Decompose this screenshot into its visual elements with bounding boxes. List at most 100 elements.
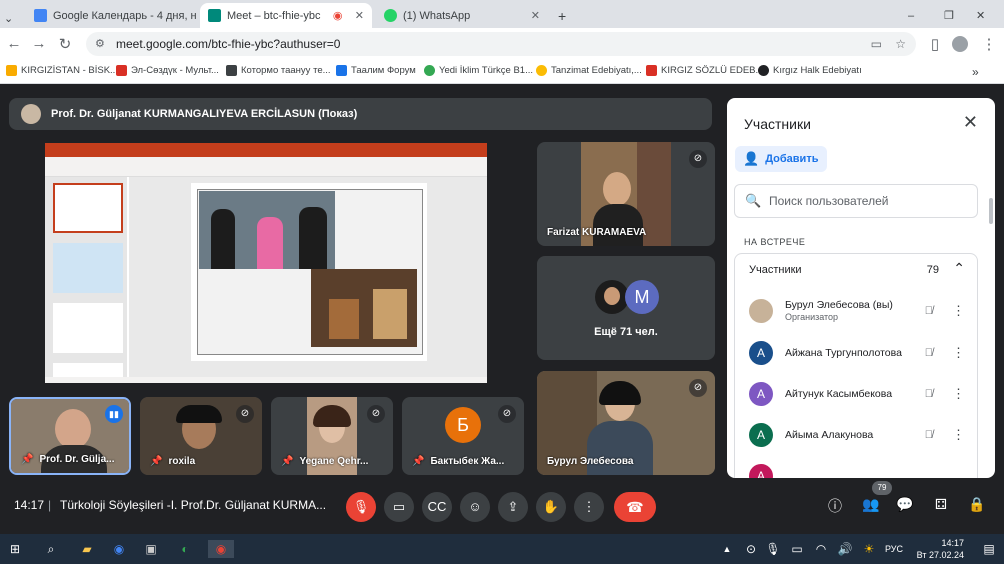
close-icon[interactable]: ✕ [349, 9, 364, 22]
reload-icon[interactable]: ↻ [56, 35, 74, 53]
participant-tile-yegane[interactable]: ⊘ 📌 Yegane Qehr... [271, 397, 393, 475]
more-options-icon[interactable]: ⋮ [952, 345, 965, 361]
slide-thumbnails [45, 177, 127, 377]
more-options-icon[interactable]: ⋮ [952, 427, 965, 443]
mic-off-icon[interactable]: 🎙̸ [925, 347, 933, 359]
leave-call-button[interactable]: ☎ [614, 492, 656, 522]
volume-icon[interactable]: 🔊 [836, 540, 854, 558]
participant-tile-burul[interactable]: ⊘ Бурул Элебесова [537, 371, 715, 475]
bookmark-item[interactable]: KIRGIZİSTAN - BİSK... [6, 65, 118, 76]
tab-calendar[interactable]: Google Календарь - 4 дня, на... ✕ [26, 3, 196, 28]
captions-button[interactable]: CC [422, 492, 452, 522]
mic-off-icon[interactable]: 🎙̸ [925, 388, 933, 400]
avatar: М [625, 280, 659, 314]
participant-tile-roxila[interactable]: ⊘ 📌 roxila [140, 397, 262, 475]
participant-row[interactable]: А Айыма Алакунова 🎙̸ ⋮ [749, 418, 977, 452]
participant-tile-baktybek[interactable]: Б ⊘ 📌 Бактыбек Жа... [402, 397, 524, 475]
sidepanel-icon[interactable]: ▯ [926, 35, 944, 53]
mic-off-button[interactable]: 🎙 [346, 492, 376, 522]
browser-tab-bar: ⌄ Google Календарь - 4 дня, на... ✕ Meet… [0, 0, 1004, 28]
bookmark-item[interactable]: Эл-Сөздүк - Мульт... [116, 65, 219, 76]
people-icon[interactable]: 👥 [860, 496, 882, 513]
weather-icon[interactable]: ☀ [860, 540, 878, 558]
avatar: А [749, 464, 773, 478]
info-icon[interactable]: ⓘ [824, 496, 846, 516]
close-icon[interactable]: ✕ [525, 9, 540, 22]
minimize-icon[interactable]: – [908, 3, 928, 28]
activities-icon[interactable]: ⚃ [930, 496, 952, 513]
participant-tile-self[interactable]: ▮▮ 📌 Prof. Dr. Gülja... [9, 397, 131, 475]
forward-icon[interactable]: → [30, 35, 48, 52]
meet-main: Prof. Dr. Güljanat KURMANGALIYEVA ERCİLA… [0, 85, 1004, 530]
slide-thumb[interactable] [53, 303, 123, 353]
url-input[interactable]: ⚙ meet.google.com/btc-fhie-ybc?authuser=… [86, 32, 916, 56]
more-options-button[interactable]: ⋮ [574, 492, 604, 522]
close-icon[interactable]: ✕ [963, 112, 978, 133]
tray-app-icon[interactable]: ⊙ [742, 540, 760, 558]
more-options-icon[interactable]: ⋮ [952, 303, 965, 319]
bookmark-item[interactable]: Таалим Форум [336, 65, 416, 76]
mic-off-icon[interactable]: 🎙̸ [925, 429, 933, 441]
avatar: А [749, 341, 773, 365]
more-participants-tile[interactable]: М Ещё 71 чел. [537, 256, 715, 360]
participant-row[interactable]: А Айтунук Касымбекова 🎙̸ ⋮ [749, 377, 977, 411]
slide-thumb[interactable] [53, 243, 123, 293]
menu-kebab-icon[interactable]: ⋮ [980, 35, 998, 53]
edge-icon[interactable]: ◐ [176, 540, 194, 558]
mic-off-icon[interactable]: 🎙̸ [925, 305, 933, 317]
chat-icon[interactable]: 💬 [894, 496, 916, 513]
mic-off-icon: ⊘ [236, 405, 254, 423]
participant-row[interactable]: А Айжана Тургунполотова 🎙̸ ⋮ [749, 336, 977, 370]
window-close-icon[interactable]: ✕ [976, 3, 996, 28]
store-icon[interactable]: ▣ [142, 540, 160, 558]
participant-row[interactable]: Бурул Элебесова (вы) Организатор 🎙̸ ⋮ [749, 294, 977, 328]
chevron-up-icon[interactable]: ⌃ [953, 260, 965, 277]
file-explorer-icon[interactable]: ▰ [78, 540, 96, 558]
participant-tile-farizat[interactable]: ⊘ Farizat KURAMAEVA [537, 142, 715, 246]
site-info-icon[interactable]: ⚙ [95, 32, 105, 56]
add-people-button[interactable]: 👤 Добавить [735, 146, 827, 172]
emoji-button[interactable]: ☺ [460, 492, 490, 522]
windows-start-icon[interactable]: ⊞ [6, 540, 24, 558]
tray-chevron-icon[interactable]: ▲ [718, 540, 736, 558]
more-bookmarks-icon[interactable]: » [972, 65, 979, 79]
bookmark-item[interactable]: Котормо таануу те... [226, 65, 331, 76]
avatar: А [749, 382, 773, 406]
restore-icon[interactable]: ❐ [944, 3, 964, 28]
notification-icon[interactable]: ▤ [980, 540, 998, 558]
slide-thumb[interactable] [53, 183, 123, 233]
presenter-avatar [21, 104, 41, 124]
back-icon[interactable]: ← [5, 35, 23, 52]
chrome-active-icon[interactable]: ◉ [208, 540, 234, 558]
new-tab-button[interactable]: + [552, 3, 574, 28]
search-icon[interactable]: ⌕ [42, 540, 60, 558]
microphone-icon[interactable]: 🎙 [764, 540, 782, 558]
raise-hand-button[interactable]: ✋ [536, 492, 566, 522]
system-clock[interactable]: 14:17 Вт 27.02.24 [917, 537, 964, 561]
battery-icon[interactable]: ▭ [788, 540, 806, 558]
tab-meet[interactable]: Meet – btc-fhie-ybc ◉ ✕ [200, 3, 372, 28]
scrollbar[interactable] [989, 198, 993, 224]
camera-icon[interactable]: ▭ [871, 32, 882, 56]
slide-photo [199, 191, 335, 269]
bookmark-item[interactable]: Tanzimat Edebiyatı,... [536, 65, 642, 76]
present-button[interactable]: ⇪ [498, 492, 528, 522]
bookmark-star-icon[interactable]: ☆ [895, 32, 906, 56]
slide-thumb[interactable] [53, 363, 123, 377]
bookmark-item[interactable]: Kırgız Halk Edebiyatı [758, 65, 862, 76]
bookmark-item[interactable]: Yedi İklim Türkçe B1... [424, 65, 533, 76]
language-indicator[interactable]: РУС [882, 540, 906, 558]
search-input[interactable]: 🔍 Поиск пользователей [734, 184, 978, 218]
tab-whatsapp[interactable]: (1) WhatsApp ✕ [376, 3, 548, 28]
profile-avatar[interactable] [952, 36, 968, 52]
host-controls-icon[interactable]: 🔒 [966, 496, 988, 513]
participant-row[interactable]: А [749, 459, 977, 478]
add-person-icon: 👤 [743, 151, 760, 166]
more-options-icon[interactable]: ⋮ [952, 386, 965, 402]
wifi-icon[interactable]: ◠ [812, 540, 830, 558]
camera-button[interactable]: ▭ [384, 492, 414, 522]
bookmark-item[interactable]: KIRGIZ SÖZLÜ EDEB... [646, 65, 763, 76]
shared-screen[interactable] [45, 143, 487, 383]
mic-off-icon: ⊘ [689, 150, 707, 168]
chrome-icon[interactable]: ◉ [110, 540, 128, 558]
